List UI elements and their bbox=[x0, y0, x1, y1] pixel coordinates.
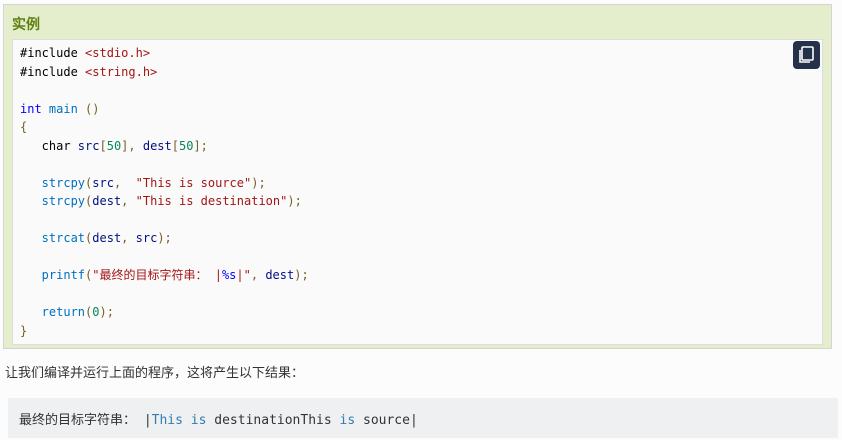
output-content: 最终的目标字符串： |This is destinationThis is so… bbox=[19, 409, 418, 428]
code-token: , bbox=[250, 268, 266, 282]
output-block: 最终的目标字符串： |This is destinationThis is so… bbox=[8, 398, 838, 438]
example-box: 实例 #include <stdio.h> #include <string.h>… bbox=[3, 4, 832, 349]
code-line: strcpy(src, "This is source"); bbox=[20, 174, 309, 193]
code-token: strcpy bbox=[20, 175, 86, 190]
code-token: "This is destination" bbox=[135, 194, 288, 208]
code-token: #include bbox=[20, 64, 86, 79]
code-line: printf("最终的目标字符串： |%s|", dest); bbox=[20, 266, 309, 285]
code-line: { bbox=[20, 118, 309, 137]
code-token: main bbox=[48, 101, 78, 116]
code-token: printf bbox=[20, 268, 86, 282]
code-line: #include <string.h> bbox=[20, 63, 309, 82]
code-token: } bbox=[20, 323, 28, 338]
code-line: char src[50], dest[50]; bbox=[20, 137, 309, 156]
code-token: src bbox=[135, 231, 158, 245]
code-token: src bbox=[77, 138, 100, 153]
code-content: #include <stdio.h> #include <string.h> int… bbox=[20, 44, 309, 340]
code-token: 50 bbox=[179, 138, 194, 153]
code-token: |" bbox=[236, 268, 251, 282]
code-token: ); bbox=[287, 194, 302, 208]
output-token: destinationThis bbox=[206, 413, 340, 428]
code-token: ]; bbox=[193, 138, 208, 153]
code-token: char bbox=[20, 138, 78, 153]
code-token: dest bbox=[92, 231, 122, 245]
code-token: , bbox=[121, 231, 136, 245]
output-token bbox=[183, 413, 191, 428]
code-line: } bbox=[20, 322, 309, 341]
code-token: ); bbox=[251, 175, 266, 190]
code-token: dest bbox=[142, 138, 172, 153]
code-token: strcat bbox=[20, 231, 86, 245]
code-line: strcpy(dest, "This is destination"); bbox=[20, 192, 309, 211]
code-token: int bbox=[20, 101, 42, 116]
code-token: <string.h> bbox=[85, 64, 158, 79]
code-token: <stdio.h> bbox=[85, 46, 151, 60]
code-token: ); bbox=[157, 231, 172, 245]
code-token: dest bbox=[265, 268, 295, 282]
code-line: #include <stdio.h> bbox=[20, 44, 309, 63]
output-token: 最终的目标字符串： | bbox=[19, 413, 152, 428]
code-line: int main () bbox=[20, 100, 309, 119]
copy-icon bbox=[799, 46, 814, 63]
code-token: dest bbox=[92, 194, 122, 208]
example-title: 实例 bbox=[12, 17, 40, 33]
output-token: source| bbox=[355, 413, 418, 428]
code-token: ); bbox=[99, 305, 114, 319]
code-token: [ bbox=[171, 138, 179, 153]
code-token: strcpy bbox=[20, 194, 86, 208]
code-line: return(0); bbox=[20, 303, 309, 322]
code-token: 0 bbox=[92, 305, 100, 319]
code-token: , bbox=[113, 175, 136, 190]
output-token: is bbox=[339, 413, 356, 428]
code-line: strcat(dest, src); bbox=[20, 229, 309, 248]
code-token: [ bbox=[99, 138, 107, 153]
code-token: ], bbox=[121, 138, 143, 153]
output-token: is bbox=[190, 413, 207, 428]
copy-code-button[interactable] bbox=[793, 41, 820, 69]
code-token: return bbox=[20, 305, 86, 319]
output-token: This bbox=[151, 413, 183, 428]
code-token: , bbox=[121, 194, 136, 208]
result-description: 让我们编译并运行上面的程序，这将产生以下结果： bbox=[5, 366, 305, 381]
code-token: "This is source" bbox=[135, 175, 252, 190]
code-token: ); bbox=[294, 268, 309, 282]
code-token: 50 bbox=[106, 138, 122, 153]
code-block: #include <stdio.h> #include <string.h> int… bbox=[12, 39, 823, 345]
code-token: "最终的目标字符串： | bbox=[92, 268, 222, 282]
code-token: #include bbox=[20, 46, 86, 60]
code-token: %s bbox=[221, 268, 237, 282]
code-token: src bbox=[92, 175, 114, 190]
code-token: { bbox=[20, 120, 28, 134]
code-token: () bbox=[77, 101, 100, 116]
